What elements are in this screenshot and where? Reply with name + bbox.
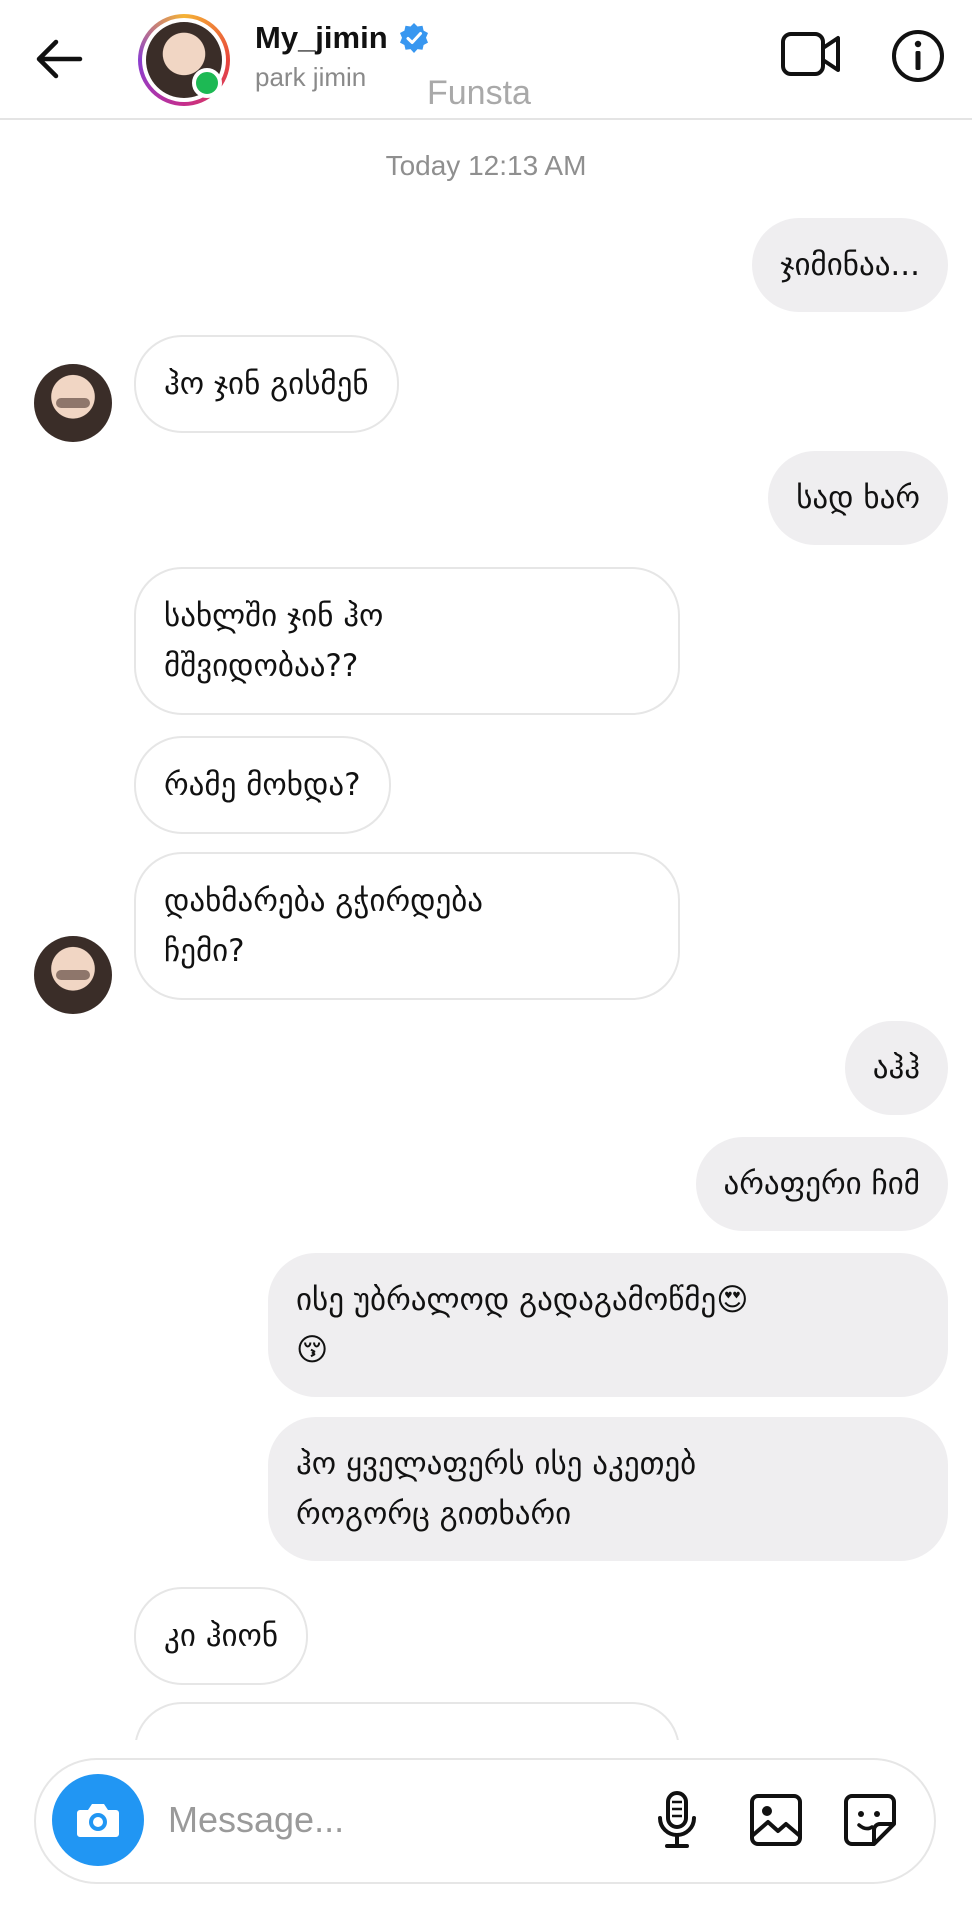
sticker-icon[interactable] — [842, 1792, 898, 1848]
message-input[interactable] — [168, 1790, 628, 1850]
sender-avatar — [34, 364, 112, 442]
arrow-left-icon[interactable] — [30, 30, 88, 88]
camera-button[interactable] — [52, 1774, 144, 1866]
message-bubble-outgoing[interactable]: არაფერი ჩიმ — [695, 1137, 948, 1231]
overlay-watermark-text: Funsta — [427, 74, 531, 112]
message-bubble-incoming[interactable]: რამე მოხდა? — [134, 736, 391, 834]
sender-avatar — [34, 936, 112, 1014]
verified-badge-icon — [399, 23, 428, 53]
contact-real-name: park jimin — [255, 62, 367, 92]
message-bubble-incoming[interactable]: სახლში ჯინ ჰო მშვიდობაა?? — [134, 567, 680, 715]
online-status-dot — [192, 68, 222, 98]
chat-timestamp: Today 12:13 AM — [385, 150, 587, 181]
image-icon[interactable] — [748, 1792, 804, 1848]
video-call-icon[interactable] — [780, 28, 842, 80]
message-bubble-outgoing[interactable]: ისე უბრალოდ გადაგამოწმე😍 😚 — [268, 1253, 948, 1397]
info-icon[interactable] — [890, 28, 946, 84]
message-bubble-incoming[interactable]: ჰო ჯინ გისმენ — [134, 335, 399, 433]
chat-header: My_jimin park jimin Funsta — [0, 0, 972, 120]
contact-title[interactable]: My_jimin park jimin — [255, 20, 430, 93]
camera-icon — [77, 1804, 119, 1837]
message-bubble-outgoing[interactable]: ჰო ყველაფერს ისე აკეთებ როგორც გითხარი — [268, 1417, 948, 1561]
message-bubble-incoming[interactable]: დახმარება გჭირდება ჩემი? — [134, 852, 680, 1000]
microphone-icon[interactable] — [652, 1790, 702, 1850]
message-bubble-outgoing[interactable]: აჰჰ — [844, 1021, 948, 1115]
contact-username: My_jimin — [255, 20, 388, 55]
message-bubble-incoming[interactable]: კი ჰიონ — [134, 1587, 309, 1685]
message-bubble-outgoing[interactable]: სად ხარ — [768, 451, 948, 545]
message-bubble-outgoing[interactable]: ჯიმინაა... — [752, 218, 948, 312]
